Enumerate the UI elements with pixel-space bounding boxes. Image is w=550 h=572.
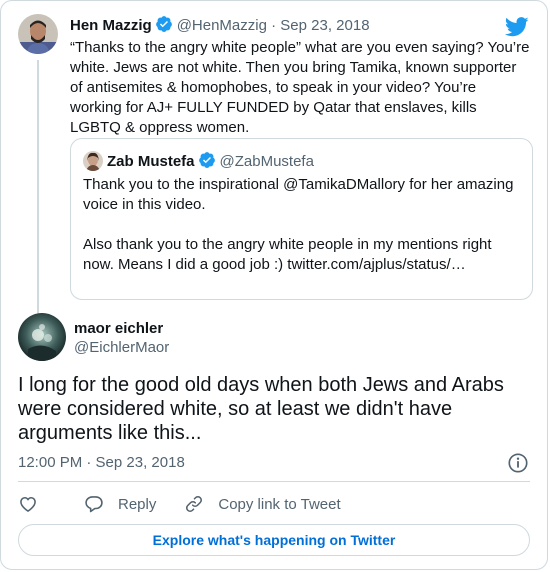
parent-tweet-header: Hen Mazzig @HenMazzig · Sep 23, 2018 [70,14,530,38]
heart-icon [20,496,36,512]
avatar[interactable] [18,14,58,54]
quoted-tweet-header: Zab Mustefa @ZabMustefa [83,151,314,172]
quoted-tweet-paragraph: Thank you to the inspirational @TamikaDM… [83,176,514,213]
author-handle[interactable]: @EichlerMaor [74,338,169,358]
parent-tweet-text: “Thanks to the angry white people” what … [70,39,530,136]
tweet-text: I long for the good old days when both J… [18,374,504,444]
tweet-actions: Reply Copy link to Tweet [18,492,369,516]
quoted-author-handle: @ZabMustefa [219,153,314,170]
thread-line [37,60,39,318]
author-name[interactable]: Hen Mazzig [70,17,152,34]
separator: · [266,17,281,34]
copy-link-button[interactable]: Copy link to Tweet [184,494,341,514]
avatar [83,151,103,171]
reply-button[interactable]: Reply [84,494,156,514]
tweet-timestamp[interactable]: 12:00 PM · Sep 23, 2018 [18,453,185,473]
verified-badge-icon [155,16,172,32]
copy-link-label: Copy link to Tweet [218,495,341,513]
avatar[interactable] [18,313,66,361]
info-icon[interactable] [507,452,529,474]
quoted-tweet-text: Thank you to the inspirational @TamikaDM… [83,175,520,275]
quoted-tweet-paragraph: Also thank you to the angry white people… [83,236,492,273]
tweet-date[interactable]: Sep 23, 2018 [280,17,369,34]
quoted-author-name: Zab Mustefa [107,153,195,170]
author-name[interactable]: maor eichler [74,319,163,339]
author-handle[interactable]: @HenMazzig [177,17,267,34]
verified-badge-icon [198,152,215,168]
link-icon [186,496,203,512]
explore-twitter-button[interactable]: Explore what's happening on Twitter [18,524,530,556]
quoted-tweet[interactable]: Zab Mustefa @ZabMustefa Thank you to the … [70,138,533,300]
reply-icon [85,496,103,513]
tweet-embed-card: Hen Mazzig @HenMazzig · Sep 23, 2018 “Tha… [0,0,548,570]
like-button[interactable] [18,494,52,514]
divider [18,481,530,482]
reply-label: Reply [118,495,157,513]
